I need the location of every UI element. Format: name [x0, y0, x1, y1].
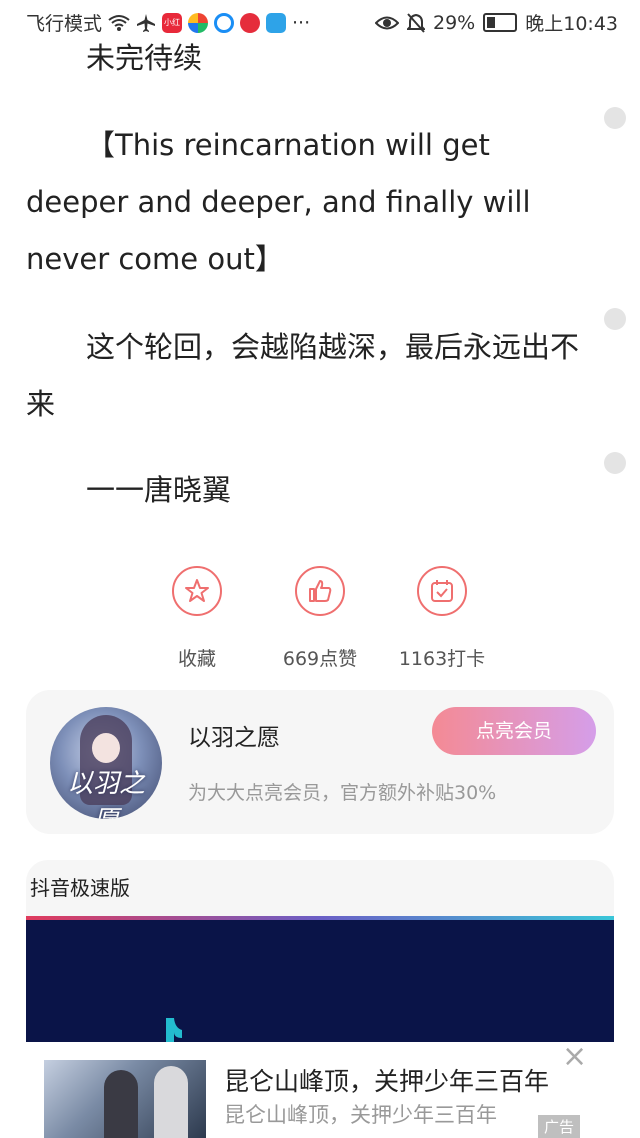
ad-tag: 广告 — [537, 1115, 580, 1138]
author-name[interactable]: 以羽之愿 — [188, 718, 280, 752]
paragraph-comment-dot[interactable] — [604, 452, 626, 474]
article-paragraph: 这个轮回，会越陷越深，最后永远出不来 — [26, 319, 586, 433]
calendar-check-icon — [417, 566, 467, 616]
paragraph-comment-dot[interactable] — [604, 308, 626, 330]
thumbs-up-icon — [295, 566, 345, 616]
ad-title: 抖音极速版 — [30, 876, 130, 900]
like-button[interactable]: 669点赞 — [260, 566, 380, 671]
paragraph-text: 这个轮回，会越陷越深，最后永远出不来 — [26, 330, 580, 421]
banner-thumbnail[interactable] — [44, 1060, 206, 1138]
article-paragraph: 【This reincarnation will get deeper and … — [26, 117, 586, 288]
author-subtitle: 为大大点亮会员，官方额外补贴30% — [188, 782, 497, 804]
avatar-logo-text: 以羽之愿 — [66, 769, 145, 819]
wifi-icon — [108, 14, 130, 31]
favorite-button[interactable]: 收藏 — [137, 566, 257, 671]
banner-subtitle: 昆仑山峰顶，关押少年三百年 — [224, 1103, 497, 1127]
star-icon — [172, 566, 222, 616]
close-icon[interactable]: × — [562, 1042, 587, 1072]
author-card: 以羽之愿 以羽之愿 为大大点亮会员，官方额外补贴30% 点亮会员 — [26, 690, 614, 834]
checkin-count: 1163打卡 — [398, 648, 486, 670]
avatar[interactable]: 以羽之愿 — [50, 707, 162, 819]
paragraph-text: 【This reincarnation will get deeper and … — [26, 128, 531, 276]
vip-button[interactable]: 点亮会员 — [432, 707, 596, 755]
article-paragraph: 一一唐晓翼 — [26, 462, 586, 519]
bottom-banner-ad[interactable]: 昆仑山峰顶，关押少年三百年 昆仑山峰顶，关押少年三百年 × 广告 — [0, 1042, 640, 1138]
paragraph-text: 未完待续 — [86, 41, 203, 75]
paragraph-text: 一一唐晓翼 — [86, 473, 232, 507]
article-paragraph: 未完待续 — [26, 30, 586, 87]
eye-icon — [375, 16, 399, 29]
like-count: 669点赞 — [282, 648, 358, 670]
banner-title[interactable]: 昆仑山峰顶，关押少年三百年 — [224, 1062, 549, 1098]
checkin-button[interactable]: 1163打卡 — [382, 566, 502, 671]
paragraph-comment-dot[interactable] — [604, 107, 626, 129]
favorite-label: 收藏 — [177, 648, 216, 670]
